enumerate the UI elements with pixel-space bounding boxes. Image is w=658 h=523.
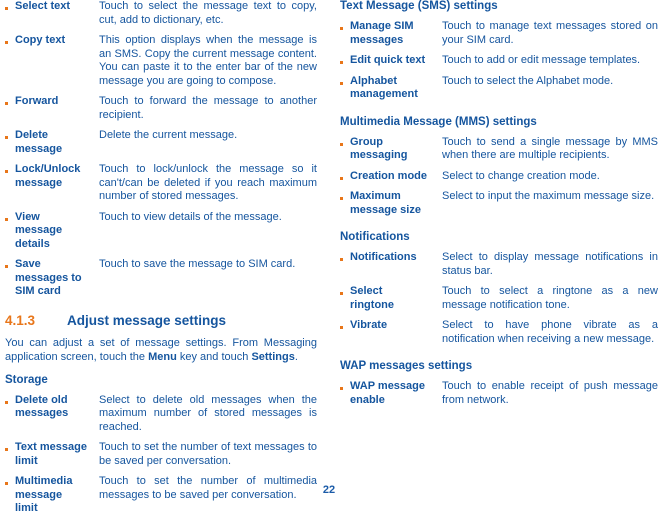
list-item: WAP message enable Touch to enable recei… xyxy=(340,380,658,407)
left-column: Select text Touch to select the message … xyxy=(5,0,317,523)
message-options-list: Select text Touch to select the message … xyxy=(5,0,317,299)
page-number: 22 xyxy=(322,484,336,496)
storage-heading: Storage xyxy=(5,373,48,386)
bullet-icon xyxy=(5,95,15,108)
option-description: Touch to forward the message to another … xyxy=(99,95,317,121)
option-term: Edit quick text xyxy=(350,54,426,66)
list-item: Forward Touch to forward the message to … xyxy=(5,95,317,122)
option-term: Notifications xyxy=(350,251,417,263)
bullet-icon xyxy=(5,34,15,47)
option-term: Text message limit xyxy=(15,441,87,467)
list-item: Save messages to SIM card Touch to save … xyxy=(5,258,317,299)
option-term: Maximum message size xyxy=(350,190,421,216)
option-term: Save messages to SIM card xyxy=(15,258,82,297)
option-description: Select to input the maximum message size… xyxy=(442,190,655,202)
bullet-icon xyxy=(5,394,15,407)
list-item: Notifications Select to display message … xyxy=(340,251,658,278)
page-title: Adjust message settings xyxy=(67,312,227,328)
mms-settings-list: Group messaging Touch to send a single m… xyxy=(340,136,658,218)
option-description: Touch to save the message to SIM card. xyxy=(99,258,296,270)
list-item: Alphabet management Touch to select the … xyxy=(340,75,658,102)
list-item: Select text Touch to select the message … xyxy=(5,0,317,27)
bullet-icon xyxy=(340,319,350,332)
bullet-icon xyxy=(340,380,350,393)
right-column: Text Message (SMS) settings Manage SIM m… xyxy=(340,0,658,414)
option-term: Group messaging xyxy=(350,135,408,162)
option-description: Delete the current message. xyxy=(99,129,238,141)
option-term: Creation mode xyxy=(350,169,428,182)
option-term: Vibrate xyxy=(350,319,388,331)
list-item: Creation mode Select to change creation … xyxy=(340,170,658,184)
bullet-icon xyxy=(340,75,350,88)
bullet-icon xyxy=(340,251,350,264)
option-description: Touch to view details of the message. xyxy=(99,210,282,223)
bullet-icon xyxy=(5,0,15,13)
option-term: Forward xyxy=(15,95,59,107)
storage-list: Delete old messages Select to delete old… xyxy=(5,394,317,516)
sms-settings-heading: Text Message (SMS) settings xyxy=(340,0,498,12)
option-description: Touch to select the Alphabet mode. xyxy=(442,74,614,87)
menu-key-label: Menu xyxy=(148,350,177,363)
bullet-icon xyxy=(340,136,350,149)
list-item: Edit quick text Touch to add or edit mes… xyxy=(340,54,658,68)
list-item: Maximum message size Select to input the… xyxy=(340,190,658,217)
paragraph-text-2: key and touch xyxy=(176,350,252,363)
option-description: Touch to select a ringtone as a new mess… xyxy=(442,285,658,311)
option-description: Select to display message notifications … xyxy=(442,251,658,277)
mms-settings-heading: Multimedia Message (MMS) settings xyxy=(340,115,537,128)
option-term: Manage SIM messages xyxy=(350,20,414,46)
list-item: Delete old messages Select to delete old… xyxy=(5,394,317,435)
option-description: Select to delete old messages when the m… xyxy=(99,393,317,433)
option-description: Touch to send a single message by MMS wh… xyxy=(442,135,658,162)
option-description: Touch to lock/unlock the message so it c… xyxy=(99,163,317,202)
list-item: View message details Touch to view detai… xyxy=(5,211,317,252)
settings-label: Settings xyxy=(251,350,295,363)
section-paragraph: You can adjust a set of message settings… xyxy=(5,336,317,364)
option-term: Select text xyxy=(15,0,71,12)
bullet-icon xyxy=(340,54,350,67)
option-term: View message details xyxy=(15,210,63,250)
wap-settings-list: WAP message enable Touch to enable recei… xyxy=(340,380,658,407)
option-term: Lock/Unlock message xyxy=(15,163,81,189)
section-number: 4.1.3 xyxy=(5,312,36,328)
list-item: Text message limit Touch to set the numb… xyxy=(5,441,317,468)
bullet-icon xyxy=(5,441,15,454)
option-description: Touch to add or edit message templates. xyxy=(442,54,641,66)
list-item: Manage SIM messages Touch to manage text… xyxy=(340,20,658,47)
wap-settings-heading: WAP messages settings xyxy=(340,360,473,372)
list-item: Delete message Delete the current messag… xyxy=(5,129,317,156)
bullet-icon xyxy=(5,129,15,142)
notifications-list: Notifications Select to display message … xyxy=(340,251,658,346)
option-term: Copy text xyxy=(15,34,66,46)
option-term: WAP message enable xyxy=(350,380,426,406)
option-term: Delete message xyxy=(15,129,63,155)
option-description: Touch to enable receipt of push message … xyxy=(442,380,658,406)
list-item: Select ringtone Touch to select a ringto… xyxy=(340,285,658,312)
bullet-icon xyxy=(5,163,15,176)
notifications-heading: Notifications xyxy=(340,231,410,243)
manual-page: Select text Touch to select the message … xyxy=(0,0,658,514)
list-item: Lock/Unlock message Touch to lock/unlock… xyxy=(5,163,317,204)
option-description: Touch to set the number of text messages… xyxy=(99,441,317,467)
option-description: Touch to manage text messages stored on … xyxy=(442,20,658,46)
bullet-icon xyxy=(340,20,350,33)
bullet-icon xyxy=(340,285,350,298)
section-heading: 4.1.3 Adjust message settings xyxy=(5,313,317,328)
option-term: Alphabet management xyxy=(350,74,418,101)
option-description: Touch to select the message text to copy… xyxy=(99,0,317,26)
bullet-icon xyxy=(5,258,15,271)
option-description: Select to have phone vibrate as a notifi… xyxy=(442,319,658,345)
option-description: This option displays when the message is… xyxy=(99,34,317,87)
list-item: Copy text This option displays when the … xyxy=(5,34,317,88)
bullet-icon xyxy=(340,190,350,203)
option-term: Delete old messages xyxy=(15,393,69,420)
bullet-icon xyxy=(340,170,350,183)
option-term: Select ringtone xyxy=(350,285,394,311)
list-item: Group messaging Touch to send a single m… xyxy=(340,136,658,163)
bullet-icon xyxy=(5,211,15,224)
paragraph-text-3: . xyxy=(294,350,298,363)
list-item: Vibrate Select to have phone vibrate as … xyxy=(340,319,658,346)
sms-settings-list: Manage SIM messages Touch to manage text… xyxy=(340,20,658,102)
option-description: Select to change creation mode. xyxy=(442,169,600,182)
